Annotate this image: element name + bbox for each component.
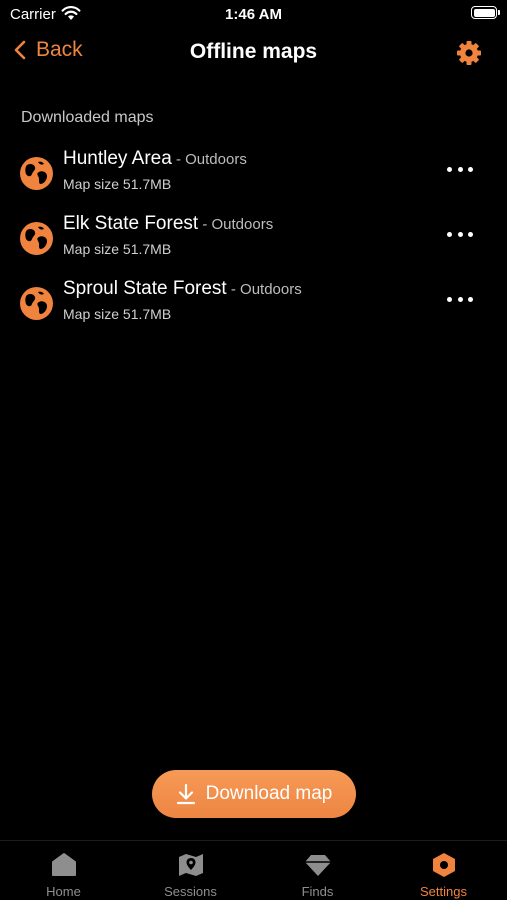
download-icon (176, 783, 195, 805)
globe-icon (20, 222, 53, 255)
tab-sessions[interactable]: Sessions (127, 841, 254, 900)
more-options-button[interactable] (447, 292, 473, 306)
map-category: - Outdoors (198, 216, 274, 233)
globe-icon (20, 157, 53, 190)
offline-maps-screen: Carrier 1:46 AM Back Offline maps Downlo… (0, 0, 507, 900)
map-category: - Outdoors (226, 281, 302, 298)
map-list-item[interactable]: Sproul State Forest - Outdoors Map size … (0, 278, 507, 338)
map-size: Map size 51.7MB (63, 241, 172, 257)
map-size: Map size 51.7MB (63, 306, 172, 322)
tab-label: Sessions (164, 884, 217, 899)
download-map-button[interactable]: Download map (152, 770, 356, 818)
hexagon-settings-icon (432, 853, 455, 877)
more-options-button[interactable] (447, 162, 473, 176)
clock: 1:46 AM (225, 6, 282, 23)
tab-home[interactable]: Home (0, 841, 127, 900)
diamond-icon (304, 855, 331, 876)
page-title: Offline maps (189, 40, 318, 63)
map-category: - Outdoors (171, 151, 247, 168)
section-title: Downloaded maps (21, 109, 154, 126)
battery-icon (471, 6, 500, 19)
globe-icon (20, 287, 53, 320)
status-bar: Carrier 1:46 AM (0, 0, 507, 28)
map-list-item[interactable]: Huntley Area - Outdoors Map size 51.7MB (0, 148, 507, 208)
tab-label: Home (46, 884, 81, 899)
tab-label: Finds (301, 884, 334, 899)
home-icon (51, 853, 76, 876)
gear-icon[interactable] (455, 39, 483, 67)
tab-settings[interactable]: Settings (380, 841, 507, 900)
tab-label: Settings (420, 884, 467, 899)
map-icon (178, 854, 203, 876)
tab-finds[interactable]: Finds (254, 841, 381, 900)
navigation-bar: Back Offline maps (0, 30, 507, 76)
map-name: Elk State Forest (63, 213, 199, 234)
download-map-label: Download map (205, 783, 333, 804)
map-name: Sproul State Forest (63, 278, 227, 299)
tab-bar: Home Sessions Finds Settings (0, 840, 507, 900)
map-size: Map size 51.7MB (63, 176, 172, 192)
more-options-button[interactable] (447, 227, 473, 241)
map-list-item[interactable]: Elk State Forest - Outdoors Map size 51.… (0, 213, 507, 273)
map-name: Huntley Area (63, 148, 172, 169)
